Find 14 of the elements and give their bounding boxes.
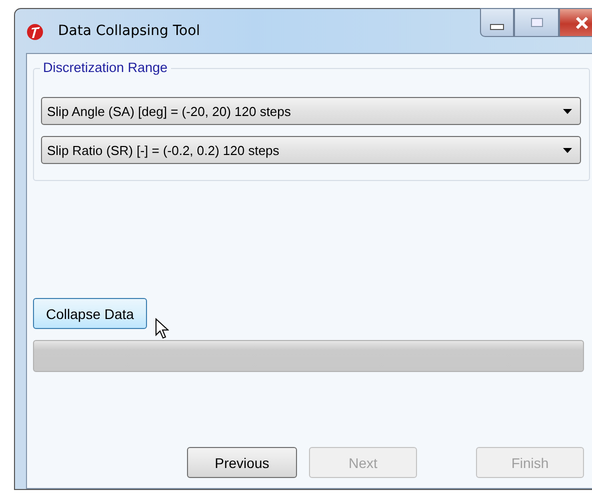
dropdown[interactable]: Slip Ratio (SR) [-] = (-0.2, 0.2) 120 steps [41,136,581,164]
dropdown[interactable]: Slip Angle (SA) [deg] = (-20, 20) 120 steps [41,97,581,125]
close-button[interactable] [559,8,592,37]
group-title: Discretization Range [40,60,171,75]
maximize-button[interactable] [514,8,559,37]
previous-button[interactable]: Previous [187,447,297,478]
mouse-pointer-icon [155,318,169,340]
minimize-button[interactable] [480,8,514,37]
dropdown-arrow-icon [563,148,572,152]
dropdown-arrow-icon [563,108,572,114]
close-icon [575,16,589,28]
collapse-data-button[interactable]: Collapse Data [33,298,147,329]
app-logo-icon [26,23,44,41]
window-title: Data Collapsing Tool [58,23,200,39]
